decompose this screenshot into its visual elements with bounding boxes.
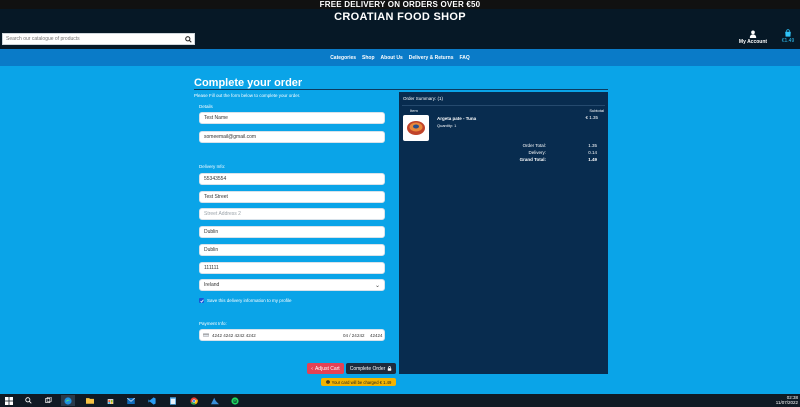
- checkout-form: Details Test Name someemail@gmail.com De…: [194, 100, 395, 348]
- my-account-link[interactable]: My Account: [735, 30, 771, 45]
- check-icon: [199, 299, 204, 303]
- site-header: CROATIAN FOOD SHOP My Account €1.49: [0, 9, 800, 49]
- system-clock[interactable]: 02:38 11/07/2022: [776, 395, 798, 405]
- complete-order-label: Complete Order: [349, 365, 386, 372]
- postcode-field[interactable]: 111111: [199, 262, 385, 274]
- order-total-label: Order Total:: [522, 143, 546, 148]
- info-icon: [325, 380, 330, 384]
- summary-divider: [402, 105, 605, 106]
- col-header-item: Item: [410, 108, 418, 113]
- cart-amount: €1.49: [781, 38, 795, 44]
- title-divider: [194, 89, 608, 90]
- country-value: Ireland: [204, 282, 220, 288]
- notepad-icon[interactable]: [166, 395, 180, 406]
- windows-start-icon[interactable]: [2, 395, 16, 406]
- save-info-row[interactable]: Save this delivery information to my pro…: [199, 298, 292, 303]
- card-number[interactable]: 4242 4242 4242 4242: [212, 333, 343, 338]
- delivery-row: Delivery: 0.14: [499, 150, 597, 155]
- file-explorer-icon[interactable]: [83, 395, 97, 406]
- card-expiry[interactable]: 04 / 24: [343, 333, 357, 338]
- product-image: [403, 115, 429, 141]
- chevron-down-icon: ⌄: [374, 283, 380, 289]
- search-input[interactable]: [3, 34, 182, 44]
- order-total-row: Order Total: 1.35: [499, 143, 597, 148]
- nav-delivery-returns[interactable]: Delivery & Returns: [409, 55, 454, 61]
- mail-icon[interactable]: [124, 395, 138, 406]
- search-bar[interactable]: [2, 33, 195, 45]
- edge-browser-icon[interactable]: [61, 395, 75, 406]
- adjust-cart-button[interactable]: ‹ Adjust Cart: [307, 363, 344, 374]
- vscode-icon[interactable]: [145, 395, 159, 406]
- product-subtotal: € 1.35: [585, 115, 598, 120]
- page-intro: Please Fill out the form below to comple…: [194, 93, 301, 98]
- user-icon: [749, 30, 757, 38]
- order-summary-title: Order Summary: (1): [403, 96, 444, 101]
- col-header-subtotal: Subtotal: [589, 108, 604, 113]
- county-field[interactable]: Dublin: [199, 244, 385, 256]
- cart-link[interactable]: €1.49: [778, 29, 798, 44]
- charge-notice-text: Your card will be charged € 1.49: [331, 379, 392, 385]
- main-nav: Categories Shop About Us Delivery & Retu…: [0, 49, 800, 66]
- grand-total-row: Grand Total: 1.49: [499, 157, 597, 162]
- product-name[interactable]: Argeta pate - Tuna: [437, 116, 476, 121]
- phone-field[interactable]: 55343554: [199, 173, 385, 185]
- delivery-label: Delivery:: [528, 150, 546, 155]
- delivery-info-label: Delivery Info:: [199, 164, 226, 169]
- shopping-bag-icon: [785, 29, 791, 37]
- azure-icon[interactable]: [208, 395, 222, 406]
- chevron-left-icon: ‹: [311, 365, 313, 372]
- save-info-checkbox[interactable]: [199, 298, 204, 303]
- nav-about-us[interactable]: About Us: [381, 55, 403, 61]
- full-name-field[interactable]: Test Name: [199, 112, 385, 124]
- email-field[interactable]: someemail@gmail.com: [199, 131, 385, 143]
- nav-shop[interactable]: Shop: [362, 55, 375, 61]
- card-input[interactable]: 4242 4242 4242 4242 04 / 24 242 42424: [199, 329, 385, 341]
- card-zip[interactable]: 42424: [370, 333, 384, 338]
- complete-order-button[interactable]: Complete Order: [346, 363, 396, 374]
- lock-icon: [388, 366, 392, 371]
- nav-faq[interactable]: FAQ: [460, 55, 470, 61]
- product-quantity: Quantity: 1: [437, 123, 457, 128]
- street-address-1-field[interactable]: Test Street: [199, 191, 385, 203]
- os-taskbar: 02:38 11/07/2022: [0, 394, 800, 407]
- order-summary-panel: Order Summary: (1) Item Subtotal Argeta …: [399, 92, 608, 374]
- search-icon[interactable]: [182, 34, 194, 44]
- grand-total-value: 1.49: [588, 157, 597, 162]
- nav-categories[interactable]: Categories: [330, 55, 356, 61]
- details-label: Details: [199, 104, 213, 109]
- shop-title[interactable]: CROATIAN FOOD SHOP: [0, 11, 800, 23]
- clock-date: 11/07/2022: [775, 400, 798, 405]
- grand-total-label: Grand Total:: [519, 157, 546, 162]
- charge-notice: Your card will be charged € 1.49: [321, 378, 396, 386]
- promo-banner: FREE DELIVERY ON ORDERS OVER €50: [0, 0, 800, 9]
- credit-card-icon: [203, 333, 209, 337]
- save-info-label: Save this delivery information to my pro…: [207, 298, 292, 303]
- task-view-icon[interactable]: [41, 395, 55, 406]
- spotify-icon[interactable]: [228, 395, 242, 406]
- store-icon[interactable]: [103, 395, 117, 406]
- country-select[interactable]: Ireland ⌄: [199, 279, 385, 291]
- page-title: Complete your order: [194, 77, 303, 89]
- my-account-label: My Account: [738, 39, 768, 45]
- order-total-value: 1.35: [588, 143, 597, 148]
- delivery-value: 0.14: [588, 150, 597, 155]
- product-tin-icon: [407, 121, 425, 135]
- town-field[interactable]: Dublin: [199, 226, 385, 238]
- chrome-icon[interactable]: [187, 395, 201, 406]
- street-address-2-field[interactable]: Street Address 2: [199, 208, 385, 220]
- payment-info-label: Payment Info:: [199, 321, 227, 326]
- adjust-cart-label: Adjust Cart: [314, 365, 340, 372]
- search-icon[interactable]: [21, 395, 35, 406]
- card-cvc[interactable]: 242: [357, 333, 370, 338]
